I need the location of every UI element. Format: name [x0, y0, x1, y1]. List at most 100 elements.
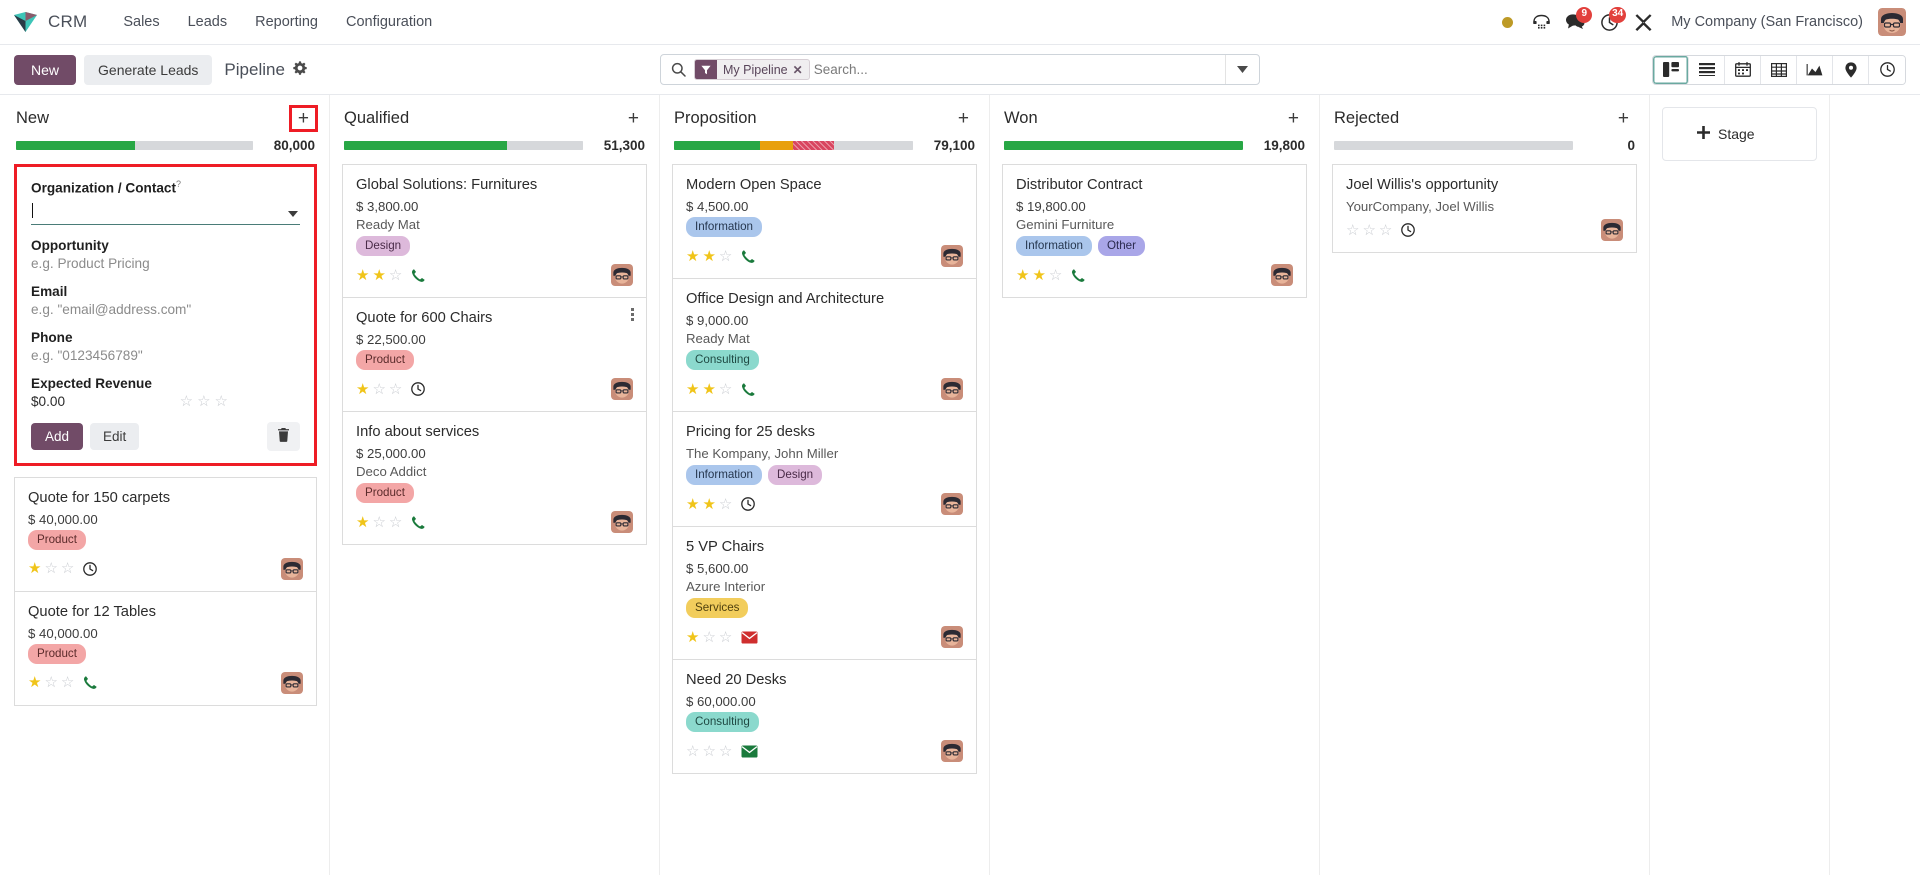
chevron-down-icon[interactable] — [288, 209, 298, 220]
add-stage-button[interactable]: Stage — [1662, 107, 1817, 161]
kanban-card[interactable]: Quote for 600 Chairs $ 22,500.00 Product… — [342, 298, 647, 413]
priority-star[interactable]: ★ — [1016, 268, 1029, 283]
card-assignee-avatar[interactable] — [611, 378, 633, 401]
developer-tools-icon[interactable] — [1626, 5, 1660, 39]
priority-star[interactable]: ☆ — [180, 394, 193, 409]
quick-create-priority[interactable]: ☆ ☆ ☆ — [180, 394, 228, 409]
column-add-record-icon[interactable]: + — [291, 108, 315, 129]
column-title[interactable]: Won — [1004, 109, 1038, 128]
kanban-card[interactable]: Quote for 12 Tables $ 40,000.00 Product … — [14, 591, 317, 706]
priority-star[interactable]: ☆ — [686, 744, 699, 759]
progress-segment-grey[interactable] — [834, 141, 913, 150]
column-title[interactable]: Rejected — [1334, 109, 1399, 128]
activity-phone-icon[interactable] — [741, 382, 756, 397]
column-add-record-icon[interactable]: + — [622, 108, 645, 129]
map-view-icon[interactable] — [1833, 55, 1869, 84]
activities-icon[interactable]: 34 — [1592, 5, 1627, 39]
search-dropdown-toggle[interactable] — [1225, 55, 1259, 84]
kanban-card[interactable]: 5 VP Chairs $ 5,600.00 Azure Interior Se… — [672, 527, 977, 661]
priority-star[interactable]: ★ — [702, 497, 715, 512]
priority-star[interactable]: ☆ — [61, 561, 74, 576]
priority-star[interactable]: ☆ — [389, 515, 402, 530]
priority-star[interactable]: ★ — [702, 249, 715, 264]
menu-item-sales[interactable]: Sales — [109, 8, 173, 36]
priority-star[interactable]: ☆ — [215, 394, 228, 409]
facet-remove-icon[interactable]: ✕ — [793, 63, 809, 77]
search-input[interactable] — [813, 55, 1225, 84]
card-tag[interactable]: Consulting — [686, 350, 759, 371]
priority-star[interactable]: ☆ — [719, 497, 732, 512]
card-tag[interactable]: Product — [356, 350, 414, 371]
card-assignee-avatar[interactable] — [941, 740, 963, 763]
kanban-card[interactable]: Distributor Contract $ 19,800.00 Gemini … — [1002, 164, 1307, 299]
card-priority[interactable]: ☆ ☆ ☆ — [1346, 223, 1392, 238]
new-button[interactable]: New — [14, 54, 77, 85]
card-tag[interactable]: Services — [686, 598, 749, 619]
card-assignee-avatar[interactable] — [611, 264, 633, 287]
email-input[interactable]: e.g. "email@address.com" — [31, 302, 300, 317]
column-title[interactable]: New — [16, 109, 49, 128]
card-menu-icon[interactable] — [629, 306, 636, 323]
progress-segment-grey[interactable] — [1334, 141, 1573, 150]
card-assignee-avatar[interactable] — [941, 626, 963, 649]
pivot-view-icon[interactable] — [1761, 55, 1797, 84]
column-add-record-icon[interactable]: + — [1282, 108, 1305, 129]
menu-item-configuration[interactable]: Configuration — [332, 8, 446, 36]
activity-phone-icon[interactable] — [1071, 268, 1086, 283]
progress-segment-red[interactable] — [793, 141, 835, 150]
messages-icon[interactable]: 9 — [1558, 5, 1593, 39]
card-assignee-avatar[interactable] — [1271, 264, 1293, 287]
search-facet-my-pipeline[interactable]: My Pipeline ✕ — [694, 59, 810, 80]
priority-star[interactable]: ☆ — [44, 675, 57, 690]
priority-star[interactable]: ★ — [686, 249, 699, 264]
organization-contact-field[interactable] — [31, 199, 300, 225]
priority-star[interactable]: ☆ — [1362, 223, 1375, 238]
card-priority[interactable]: ★ ★ ☆ — [686, 382, 732, 397]
priority-star[interactable]: ☆ — [389, 268, 402, 283]
expected-revenue-input[interactable]: $0.00 — [31, 394, 65, 409]
priority-star[interactable]: ★ — [28, 675, 41, 690]
priority-star[interactable]: ☆ — [1049, 268, 1062, 283]
activity-phone-icon[interactable] — [411, 268, 426, 283]
card-priority[interactable]: ★ ☆ ☆ — [356, 515, 402, 530]
company-switcher[interactable]: My Company (San Francisco) — [1660, 8, 1874, 36]
activity-email-icon[interactable] — [741, 631, 758, 644]
priority-star[interactable]: ☆ — [1346, 223, 1359, 238]
card-assignee-avatar[interactable] — [611, 511, 633, 534]
column-title[interactable]: Proposition — [674, 109, 757, 128]
progress-segment-green[interactable] — [16, 141, 135, 150]
activity-clock-icon[interactable] — [1401, 223, 1416, 238]
activity-phone-icon[interactable] — [83, 675, 98, 690]
card-tag[interactable]: Design — [768, 465, 823, 486]
generate-leads-button[interactable]: Generate Leads — [84, 54, 213, 85]
graph-view-icon[interactable] — [1797, 55, 1833, 84]
priority-star[interactable]: ☆ — [719, 249, 732, 264]
card-priority[interactable]: ★ ☆ ☆ — [686, 630, 732, 645]
priority-star[interactable]: ★ — [356, 382, 369, 397]
progress-track[interactable] — [16, 141, 253, 150]
edit-button[interactable]: Edit — [90, 422, 140, 450]
card-priority[interactable]: ★ ★ ☆ — [356, 268, 402, 283]
progress-segment-grey[interactable] — [506, 141, 583, 150]
priority-star[interactable]: ★ — [28, 561, 41, 576]
kanban-view-icon[interactable] — [1653, 55, 1689, 84]
priority-star[interactable]: ☆ — [44, 561, 57, 576]
priority-star[interactable]: ★ — [686, 382, 699, 397]
kanban-card[interactable]: Info about services $ 25,000.00 Deco Add… — [342, 412, 647, 546]
priority-star[interactable]: ☆ — [702, 744, 715, 759]
card-priority[interactable]: ☆ ☆ ☆ — [686, 744, 732, 759]
priority-star[interactable]: ★ — [356, 268, 369, 283]
priority-star[interactable]: ☆ — [372, 515, 385, 530]
gear-icon[interactable] — [293, 61, 307, 78]
progress-segment-grey[interactable] — [134, 141, 253, 150]
activity-view-icon[interactable] — [1869, 55, 1905, 84]
activity-email-icon[interactable] — [741, 745, 758, 758]
priority-star[interactable]: ☆ — [1379, 223, 1392, 238]
progress-segment-green[interactable] — [1004, 141, 1243, 150]
kanban-card[interactable]: Global Solutions: Furnitures $ 3,800.00 … — [342, 164, 647, 299]
progress-track[interactable] — [1004, 141, 1243, 150]
column-add-record-icon[interactable]: + — [952, 108, 975, 129]
priority-star[interactable]: ☆ — [702, 630, 715, 645]
kanban-card[interactable]: Office Design and Architecture $ 9,000.0… — [672, 279, 977, 413]
kanban-card[interactable]: Need 20 Desks $ 60,000.00 Consulting ☆ ☆ ☆ — [672, 660, 977, 775]
